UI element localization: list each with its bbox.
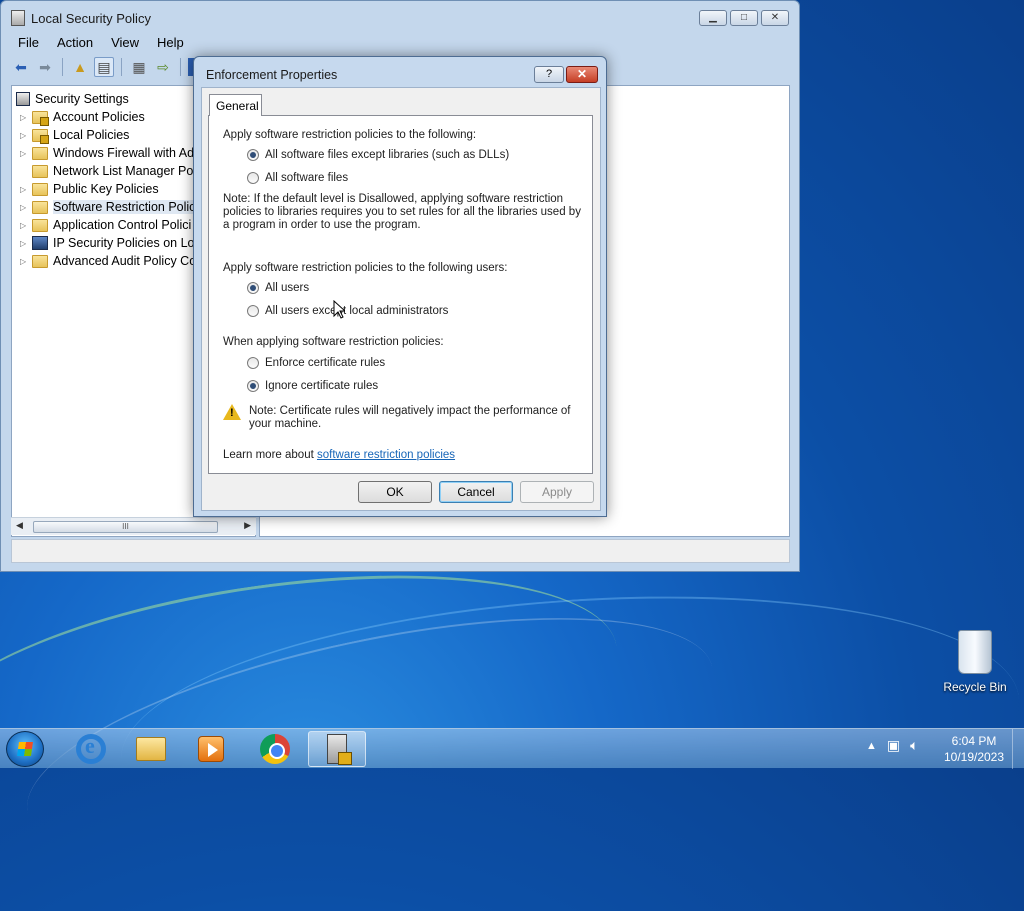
show-desktop-button[interactable]: [1012, 729, 1024, 769]
show-hidden-icons-arrow-icon[interactable]: ▲: [866, 740, 877, 752]
menu-file[interactable]: File: [9, 33, 48, 53]
folder-icon: [32, 164, 48, 178]
radio-ignore-certificate-rules[interactable]: Ignore certificate rules: [247, 380, 378, 392]
radio-all-software-files[interactable]: All software files: [247, 172, 348, 184]
enforcement-properties-dialog: Enforcement Properties ? ✕ General Apply…: [193, 56, 607, 517]
expand-arrow-icon[interactable]: ▷: [20, 239, 32, 248]
folder-icon: [32, 182, 48, 196]
maximize-button[interactable]: □: [730, 10, 758, 26]
learn-more-text: Learn more about software restriction po…: [223, 449, 456, 461]
expand-arrow-icon[interactable]: ▷: [20, 131, 32, 140]
section-files-heading: Apply software restriction policies to t…: [223, 129, 477, 141]
network-icon[interactable]: ▣: [887, 737, 900, 754]
expand-arrow-icon[interactable]: ▷: [20, 221, 32, 230]
taskbar-internet-explorer[interactable]: [62, 731, 120, 767]
warning-icon: !: [223, 404, 241, 420]
section-users-heading: Apply software restriction policies to t…: [223, 262, 508, 274]
ip-security-icon: [32, 236, 48, 250]
system-clock[interactable]: 6:04 PM 10/19/2023: [935, 733, 1013, 765]
taskbar-local-security-policy[interactable]: [308, 731, 366, 767]
folder-icon: [32, 146, 48, 160]
scroll-thumb[interactable]: III: [33, 521, 218, 533]
chrome-icon: [260, 734, 290, 764]
cancel-button[interactable]: Cancel: [439, 481, 513, 503]
expand-arrow-icon[interactable]: ▷: [20, 149, 32, 158]
dialog-help-button[interactable]: ?: [534, 66, 564, 83]
radio-except-libraries[interactable]: All software files except libraries (suc…: [247, 149, 509, 161]
local-security-policy-icon: [327, 734, 352, 765]
scroll-left-icon[interactable]: ◀: [16, 520, 23, 531]
clock-time: 6:04 PM: [951, 734, 997, 748]
menu-view[interactable]: View: [102, 33, 148, 53]
show-hide-tree-icon[interactable]: ▤: [94, 57, 114, 77]
dialog-title: Enforcement Properties: [206, 68, 338, 82]
up-folder-icon[interactable]: ▲: [70, 57, 90, 77]
radio-dot-selected: [247, 149, 259, 161]
general-tab-page: Apply software restriction policies to t…: [208, 115, 593, 474]
media-player-icon: [198, 736, 224, 762]
taskbar-chrome[interactable]: [246, 731, 304, 767]
menu-action[interactable]: Action: [48, 33, 102, 53]
folder-lock-icon: [32, 110, 49, 126]
close-window-button[interactable]: ✕: [761, 10, 789, 26]
expand-arrow-icon[interactable]: ▷: [20, 203, 32, 212]
forward-arrow-icon[interactable]: ➡: [35, 57, 55, 77]
volume-muted-icon[interactable]: 🔈︎: [910, 737, 918, 754]
mouse-cursor-icon: [333, 300, 345, 319]
window-titlebar[interactable]: Local Security Policy ▁ □ ✕: [1, 1, 799, 33]
note-certificates: Note: Certificate rules will negatively …: [249, 405, 571, 430]
recycle-bin-desktop-icon[interactable]: Recycle Bin: [940, 630, 1010, 694]
menu-help[interactable]: Help: [148, 33, 193, 53]
section-certificates-heading: When applying software restriction polic…: [223, 336, 444, 348]
menu-bar: File Action View Help: [9, 33, 789, 53]
radio-except-local-admins[interactable]: All users except local administrators: [247, 305, 448, 317]
apply-button[interactable]: Apply: [520, 481, 594, 503]
expand-arrow-icon[interactable]: ▷: [20, 185, 32, 194]
security-settings-icon: [16, 92, 30, 106]
export-list-icon[interactable]: ⇨: [153, 57, 173, 77]
system-tray: ▲ ▣ 🔈︎: [866, 737, 919, 754]
start-button[interactable]: [6, 731, 44, 767]
expand-arrow-icon[interactable]: ▷: [20, 257, 32, 266]
minimize-button[interactable]: ▁: [699, 10, 727, 26]
clock-date: 10/19/2023: [943, 750, 1005, 764]
dialog-body: General Apply software restriction polic…: [201, 87, 601, 511]
radio-enforce-certificate-rules[interactable]: Enforce certificate rules: [247, 357, 385, 369]
folder-icon: [32, 200, 48, 214]
local-security-policy-icon: [11, 10, 25, 26]
software-restriction-policies-link[interactable]: software restriction policies: [317, 449, 455, 461]
taskbar-media-player[interactable]: [182, 731, 240, 767]
recycle-bin-icon: [958, 630, 992, 674]
tab-general[interactable]: General: [209, 94, 262, 116]
window-title: Local Security Policy: [31, 11, 151, 26]
back-arrow-icon[interactable]: ⬅: [11, 57, 31, 77]
status-bar: [11, 539, 790, 563]
internet-explorer-icon: [76, 733, 106, 764]
windows-explorer-icon: [136, 737, 166, 761]
folder-icon: [32, 254, 48, 268]
scroll-right-icon[interactable]: ▶: [244, 520, 251, 531]
note-libraries: Note: If the default level is Disallowed…: [223, 193, 581, 231]
folder-icon: [32, 218, 48, 232]
dialog-close-button[interactable]: ✕: [566, 66, 598, 83]
radio-all-users[interactable]: All users: [247, 282, 309, 294]
recycle-bin-label: Recycle Bin: [943, 680, 1007, 694]
ok-button[interactable]: OK: [358, 481, 432, 503]
taskbar-windows-explorer[interactable]: [122, 731, 180, 767]
taskbar: ▲ ▣ 🔈︎ 6:04 PM 10/19/2023: [0, 728, 1024, 769]
tree-horizontal-scrollbar[interactable]: ◀ III ▶: [11, 517, 256, 535]
expand-arrow-icon[interactable]: ▷: [20, 113, 32, 122]
properties-icon[interactable]: ▦: [129, 57, 149, 77]
folder-lock-icon: [32, 128, 49, 144]
